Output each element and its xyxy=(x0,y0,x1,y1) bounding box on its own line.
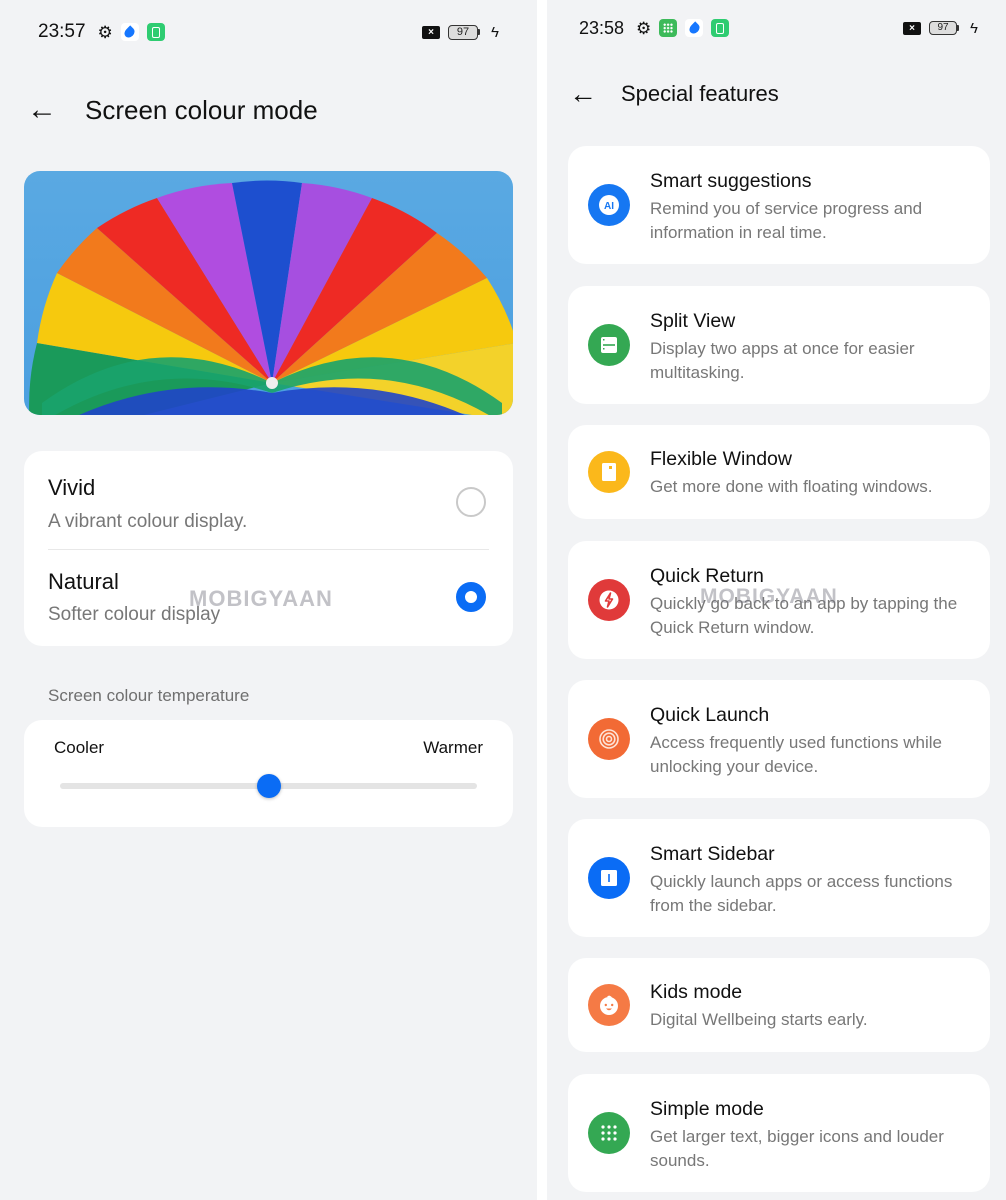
page-title: Screen colour mode xyxy=(85,94,318,125)
back-arrow-icon[interactable]: ← xyxy=(569,80,597,108)
status-bar: 23:58 ⚙ × 97 ϟ xyxy=(547,8,1006,48)
page-header: ← Special features xyxy=(547,74,1006,114)
gear-icon: ⚙ xyxy=(97,22,113,42)
feature-description: Access frequently used functions while u… xyxy=(650,733,942,776)
battery-saver-app-icon xyxy=(711,19,730,37)
slider-min-label: Cooler xyxy=(54,738,105,757)
split-view-icon xyxy=(588,324,630,366)
dots-grid-icon xyxy=(588,1112,630,1154)
colour-mode-card: Vivid A vibrant colour display. Natural … xyxy=(24,451,513,646)
feature-description: Get more done with floating windows. xyxy=(650,477,933,496)
charging-icon: ϟ xyxy=(491,23,499,41)
grid-app-icon xyxy=(659,19,678,37)
gear-icon: ⚙ xyxy=(636,18,652,38)
feature-title: Flexible Window xyxy=(650,448,792,470)
slider-thumb[interactable] xyxy=(256,774,281,798)
watermark: MOBIGYAAN xyxy=(700,585,838,608)
feature-title: Smart Sidebar xyxy=(650,843,775,865)
watermark: MOBIGYAAN xyxy=(189,586,333,611)
option-description: A vibrant colour display. xyxy=(48,511,248,532)
slider-max-label: Warmer xyxy=(423,738,483,757)
ai-icon: AI xyxy=(588,184,630,226)
battery-level: 97 xyxy=(448,24,479,40)
parachute-illustration xyxy=(29,180,513,415)
colour-temperature-card: Cooler Warmer xyxy=(24,720,513,827)
battery-saver-app-icon xyxy=(146,23,165,41)
page-title: Special features xyxy=(621,81,779,106)
feature-description: Digital Wellbeing starts early. xyxy=(650,1010,868,1029)
battery-icon: 97 xyxy=(448,24,481,40)
section-label: Screen colour temperature xyxy=(48,686,250,705)
feature-quick-return[interactable]: Quick Return Quickly go back to an app b… xyxy=(568,541,990,659)
battery-level: 97 xyxy=(929,21,958,35)
feature-split-view[interactable]: Split View Display two apps at once for … xyxy=(568,286,990,404)
feature-smart-suggestions[interactable]: AI Smart suggestions Remind you of servi… xyxy=(568,146,990,264)
feature-quick-launch[interactable]: Quick Launch Access frequently used func… xyxy=(568,680,990,798)
colour-mode-option-vivid[interactable]: Vivid A vibrant colour display. xyxy=(24,451,513,548)
feature-title: Smart suggestions xyxy=(650,170,812,192)
feature-description: Get larger text, bigger icons and louder… xyxy=(650,1127,944,1170)
kid-face-icon xyxy=(588,984,630,1026)
blue-drop-app-icon xyxy=(685,19,704,37)
radio-button-unselected[interactable] xyxy=(456,487,486,517)
feature-title: Kids mode xyxy=(650,981,743,1003)
feature-kids-mode[interactable]: Kids mode Digital Wellbeing starts early… xyxy=(568,958,990,1052)
feature-title: Simple mode xyxy=(650,1098,764,1120)
fingerprint-target-icon xyxy=(588,718,630,760)
feature-flexible-window[interactable]: Flexible Window Get more done with float… xyxy=(568,425,990,519)
feature-description: Remind you of service progress and infor… xyxy=(650,199,923,242)
option-title: Natural xyxy=(48,569,119,594)
feature-description: Quickly launch apps or access functions … xyxy=(650,872,953,915)
screen-colour-mode-screen: 23:57 ⚙ × 97 ϟ ← Screen colour mode Vivi… xyxy=(0,0,537,1200)
status-time: 23:58 xyxy=(579,17,625,38)
charging-icon: ϟ xyxy=(970,19,978,37)
blue-drop-app-icon xyxy=(120,23,139,41)
feature-title: Split View xyxy=(650,310,736,332)
feature-title: Quick Launch xyxy=(650,704,770,726)
lightning-icon xyxy=(588,579,630,621)
special-features-screen: 23:58 ⚙ × 97 ϟ ← Special features AI Sma… xyxy=(547,0,1006,1200)
status-time: 23:57 xyxy=(38,21,86,42)
back-arrow-icon[interactable]: ← xyxy=(27,95,57,125)
colour-temperature-slider[interactable] xyxy=(60,774,477,798)
status-bar: 23:57 ⚙ × 97 ϟ xyxy=(0,12,537,52)
no-sim-icon: × xyxy=(903,21,922,35)
sidebar-icon xyxy=(588,857,630,899)
svg-text:AI: AI xyxy=(604,201,614,212)
option-title: Vivid xyxy=(48,475,96,500)
battery-icon: 97 xyxy=(929,21,960,35)
feature-simple-mode[interactable]: Simple mode Get larger text, bigger icon… xyxy=(568,1074,990,1192)
flexible-window-icon xyxy=(588,451,630,493)
feature-description: Display two apps at once for easier mult… xyxy=(650,339,915,382)
no-sim-icon: × xyxy=(422,25,441,39)
page-header: ← Screen colour mode xyxy=(0,88,537,132)
colour-preview-image xyxy=(24,171,513,415)
feature-smart-sidebar[interactable]: Smart Sidebar Quickly launch apps or acc… xyxy=(568,819,990,937)
radio-button-selected[interactable] xyxy=(456,582,486,612)
